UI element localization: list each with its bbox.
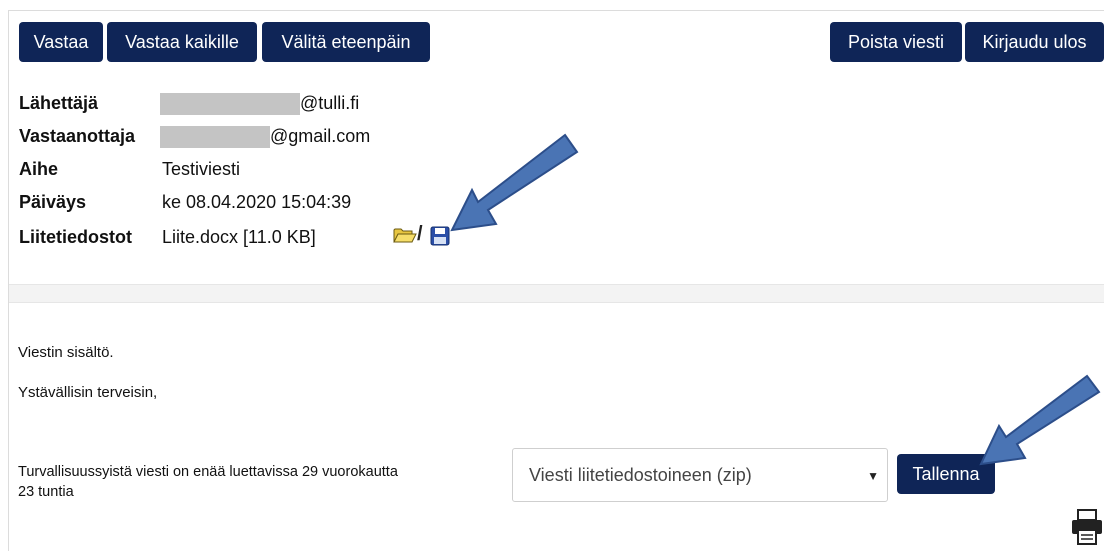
- reply-button[interactable]: Vastaa: [19, 22, 103, 62]
- open-folder-icon[interactable]: [393, 225, 417, 245]
- sender-value: @tulli.fi: [160, 93, 360, 116]
- panel-border-left: [8, 10, 9, 551]
- download-format-select[interactable]: Viesti liitetiedostoineen (zip) ▼: [512, 448, 888, 502]
- pointer-arrow-icon: [450, 133, 579, 232]
- recipient-value: @gmail.com: [160, 126, 371, 149]
- reply-all-button[interactable]: Vastaa kaikille: [107, 22, 257, 62]
- printer-icon[interactable]: [1070, 508, 1104, 546]
- download-format-value: Viesti liitetiedostoineen (zip): [529, 464, 752, 485]
- recipient-domain: @gmail.com: [270, 126, 371, 146]
- recipient-label: Vastaanottaja: [19, 126, 136, 146]
- sender-domain: @tulli.fi: [300, 93, 360, 113]
- expiry-notice-line-2: 23 tuntia: [18, 484, 74, 500]
- pointer-arrow-icon-2: [979, 374, 1101, 466]
- dropdown-caret-icon: ▼: [867, 469, 879, 483]
- sender-label: Lähettäjä: [19, 93, 99, 113]
- attachments-label: Liitetiedostot: [19, 227, 132, 247]
- date-value: ke 08.04.2020 15:04:39: [162, 192, 352, 212]
- section-separator: [9, 284, 1104, 303]
- redacted-recipient: [160, 126, 270, 149]
- logout-button[interactable]: Kirjaudu ulos: [965, 22, 1104, 62]
- panel-border-top: [8, 10, 1104, 11]
- redacted-sender: [160, 93, 300, 116]
- expiry-notice-line-1: Turvallisuussyistä viesti on enää luetta…: [18, 464, 398, 480]
- subject-value: Testiviesti: [162, 159, 241, 179]
- date-label: Päiväys: [19, 192, 87, 212]
- subject-label: Aihe: [19, 159, 59, 179]
- forward-button[interactable]: Välitä eteenpäin: [262, 22, 430, 62]
- message-line-2: Ystävällisin terveisin,: [18, 384, 158, 401]
- delete-message-button[interactable]: Poista viesti: [830, 22, 962, 62]
- attachment-name: Liite.docx [11.0 KB]: [162, 227, 316, 247]
- message-line-1: Viestin sisältö.: [18, 344, 114, 361]
- icon-separator: /: [417, 223, 423, 245]
